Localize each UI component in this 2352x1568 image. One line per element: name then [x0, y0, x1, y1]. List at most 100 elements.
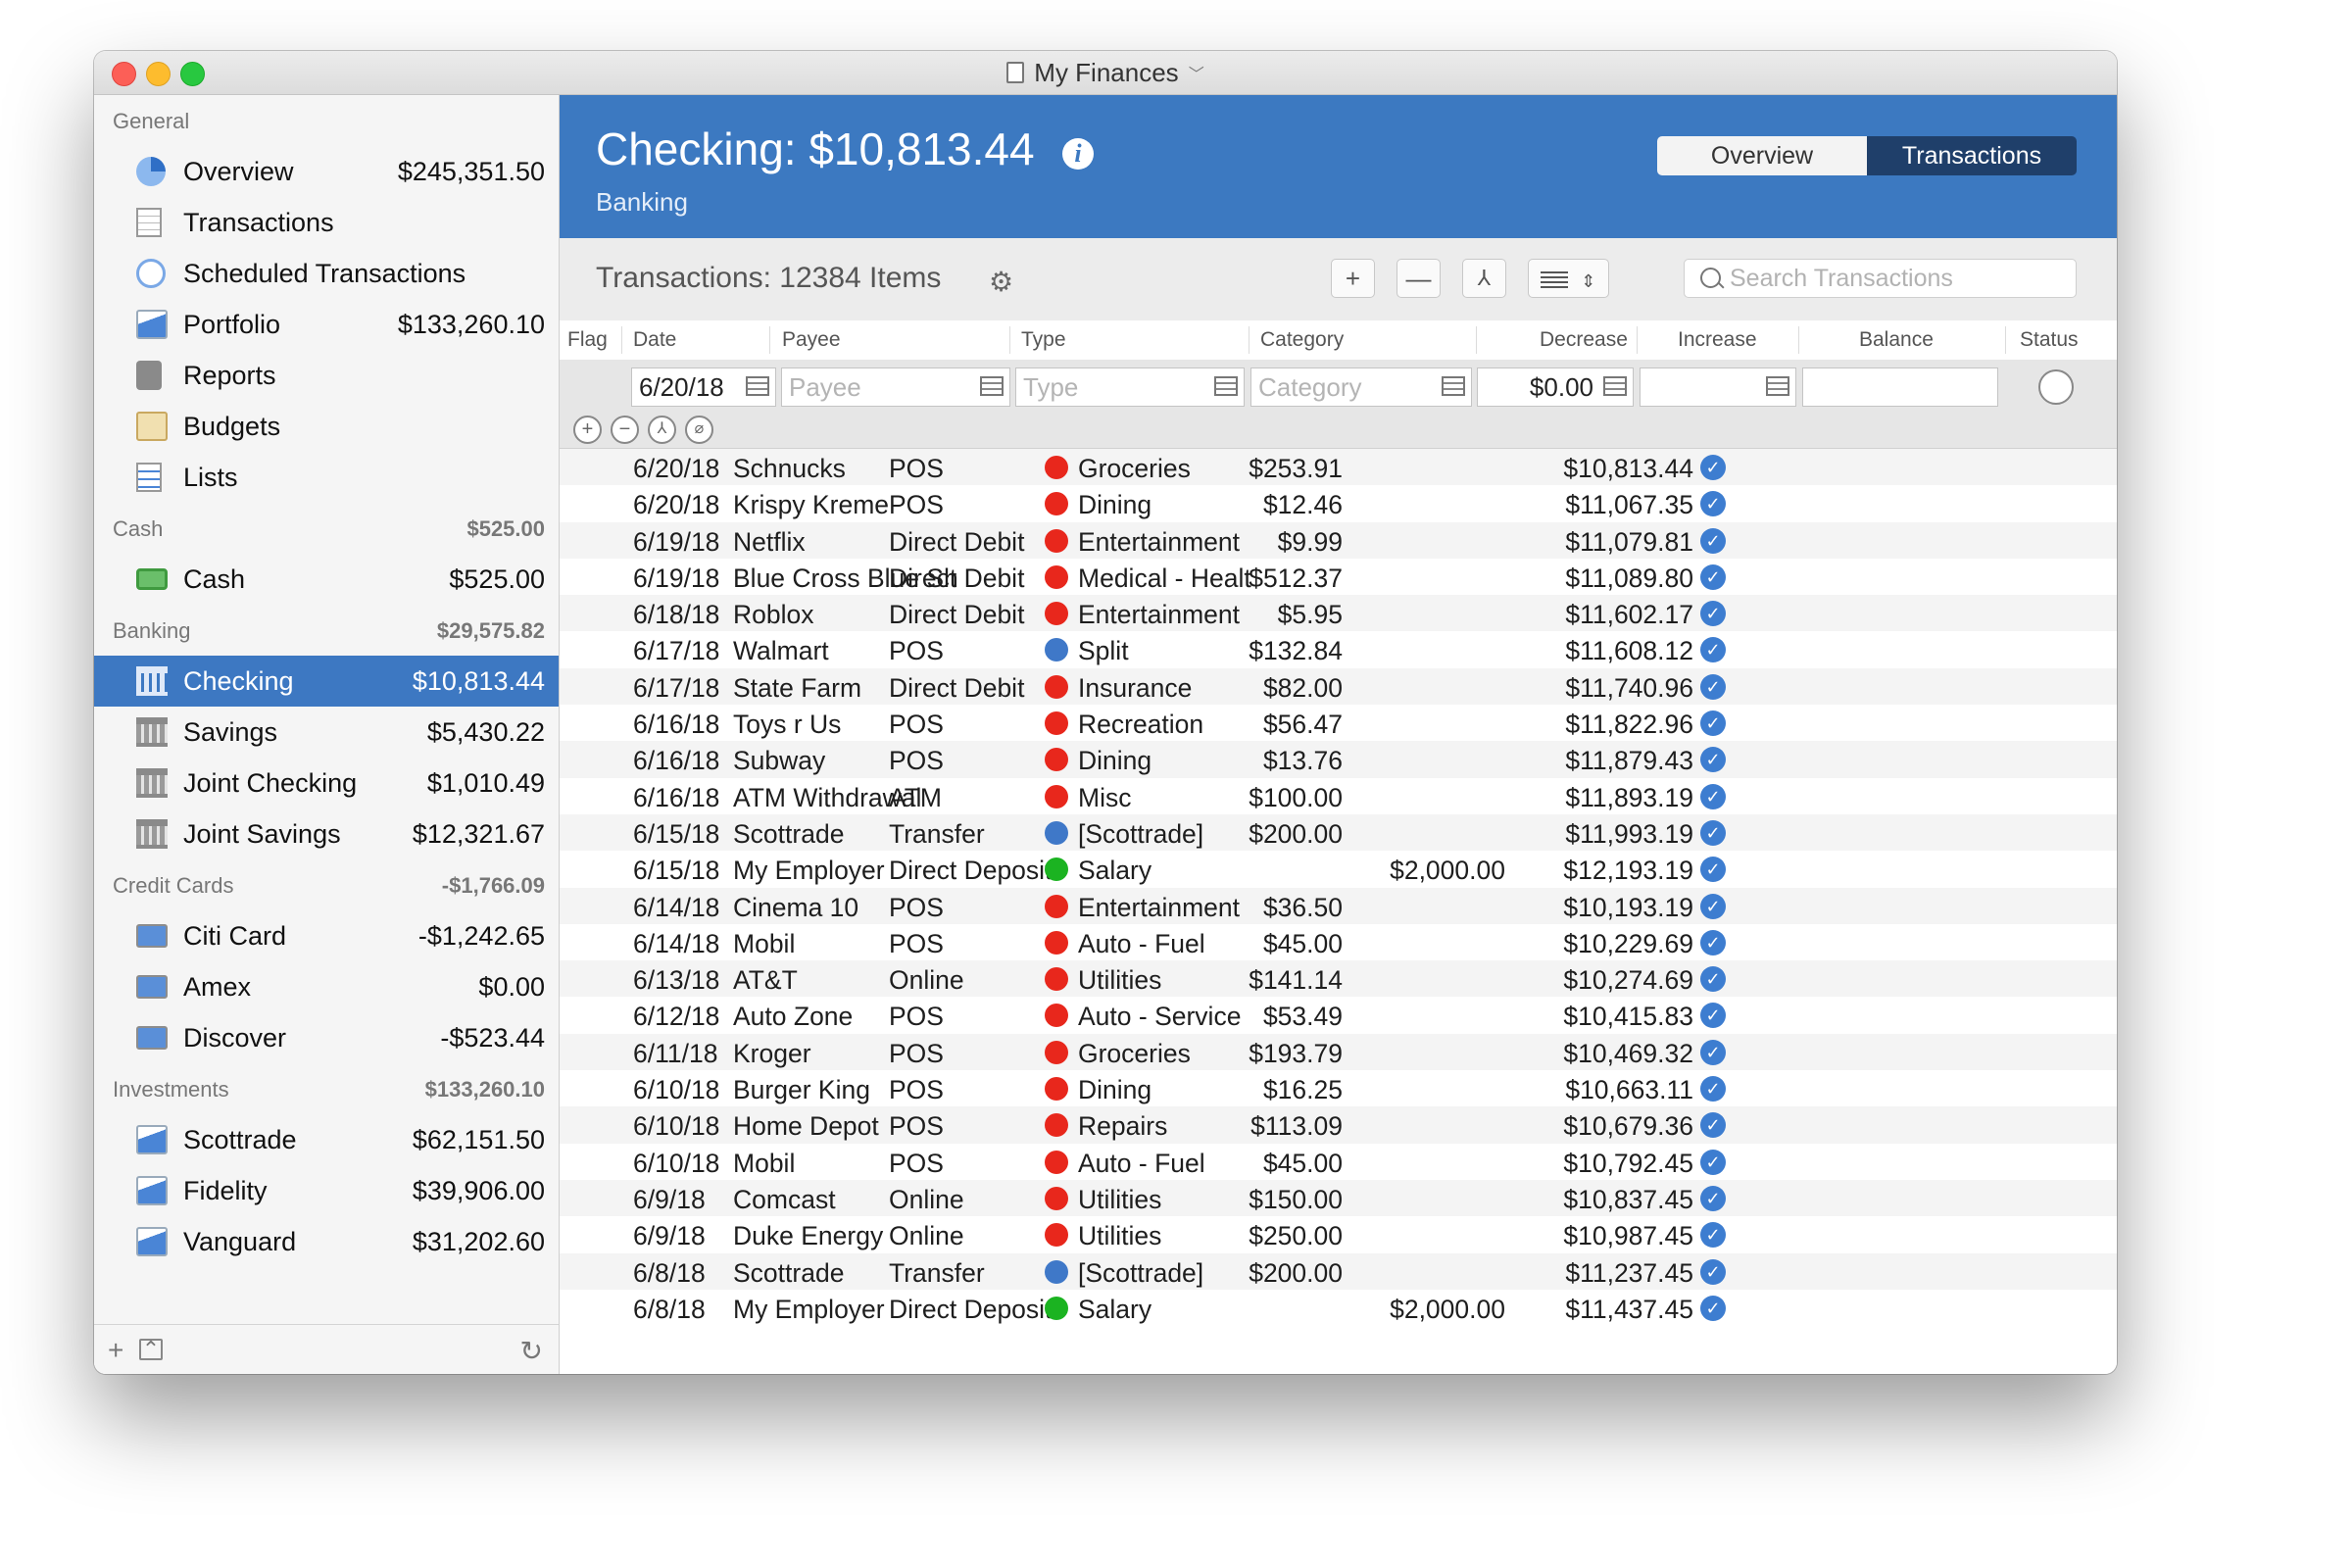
table-row[interactable]: 6/15/18 Scottrade Transfer [Scottrade] $200.…: [560, 813, 2117, 852]
sidebar-item-joint-checking[interactable]: Joint Checking $1,010.49: [94, 758, 559, 808]
sidebar-section-general[interactable]: General: [94, 95, 559, 146]
sidebar-item-amex[interactable]: Amex $0.00: [94, 961, 559, 1012]
sidebar-item-fidelity[interactable]: Fidelity $39,906.00: [94, 1165, 559, 1216]
add-account-button[interactable]: +: [108, 1335, 123, 1366]
table-row[interactable]: 6/18/18 Roblox Direct Debit Entertainment $5…: [560, 595, 2117, 632]
sidebar-item-citi-card[interactable]: Citi Card -$1,242.65: [94, 910, 559, 961]
column-decrease[interactable]: Decrease: [1540, 328, 1628, 352]
table-row[interactable]: 6/10/18 Burger King POS Dining $16.25 $10,663…: [560, 1070, 2117, 1106]
add-split-button[interactable]: +: [573, 416, 602, 444]
checkmark-icon[interactable]: ✓: [1700, 1295, 1726, 1321]
table-row[interactable]: 6/15/18 My Employer Direct Deposit Salary $2…: [560, 851, 2117, 887]
sidebar-item-scheduled-transactions[interactable]: Scheduled Transactions: [94, 248, 559, 299]
table-row[interactable]: 6/10/18 Home Depot POS Repairs $113.09 $10,67…: [560, 1106, 2117, 1144]
decrease-field[interactable]: $0.00: [1477, 368, 1634, 407]
window-title-menu[interactable]: My Finances ﹀: [94, 51, 2117, 94]
date-field[interactable]: 6/20/18: [631, 368, 776, 407]
split-transaction-button[interactable]: ⅄: [1462, 259, 1506, 298]
sidebar-item-cash[interactable]: Cash $525.00: [94, 554, 559, 605]
column-category[interactable]: Category: [1260, 328, 1344, 352]
table-row[interactable]: 6/17/18 Walmart POS Split $132.84 $11,608.12 ✓: [560, 631, 2117, 667]
delete-transaction-button[interactable]: —: [1396, 259, 1441, 298]
sidebar-section-banking[interactable]: Banking $29,575.82: [94, 605, 559, 656]
checkmark-icon[interactable]: ✓: [1700, 455, 1726, 480]
sidebar-section-cash[interactable]: Cash $525.00: [94, 503, 559, 554]
sidebar-item-lists[interactable]: Lists: [94, 452, 559, 503]
checkmark-icon[interactable]: ✓: [1700, 893, 1726, 919]
calendar-icon[interactable]: [746, 376, 769, 396]
remove-split-button[interactable]: −: [611, 416, 639, 444]
checkmark-icon[interactable]: ✓: [1700, 710, 1726, 737]
checkmark-icon[interactable]: ✓: [1700, 819, 1726, 846]
table-row[interactable]: 6/20/18 Schnucks POS Groceries $253.91 $10,81…: [560, 449, 2117, 486]
checkmark-icon[interactable]: ✓: [1700, 1076, 1726, 1102]
list-icon[interactable]: [1442, 376, 1465, 396]
sidebar-item-vanguard[interactable]: Vanguard $31,202.60: [94, 1216, 559, 1267]
table-row[interactable]: 6/11/18 Kroger POS Groceries $193.79 $10,469.…: [560, 1033, 2117, 1071]
search-transactions-field[interactable]: Search Transactions: [1684, 259, 2077, 298]
sidebar-section-credit-cards[interactable]: Credit Cards -$1,766.09: [94, 859, 559, 910]
checkmark-icon[interactable]: ✓: [1700, 564, 1726, 590]
tab-overview[interactable]: Overview: [1657, 136, 1867, 175]
column-status[interactable]: Status: [2020, 328, 2079, 352]
checkmark-icon[interactable]: ✓: [1700, 673, 1726, 700]
calculator-icon[interactable]: [1603, 376, 1627, 396]
checkmark-icon[interactable]: ✓: [1700, 491, 1726, 517]
sidebar-account-list[interactable]: General Overview $245,351.50 Transactions Sc…: [94, 95, 559, 1323]
table-row[interactable]: 6/12/18 Auto Zone POS Auto - Service $53.49 $…: [560, 997, 2117, 1033]
increase-field[interactable]: [1640, 368, 1796, 407]
checkmark-icon[interactable]: ✓: [1700, 1185, 1726, 1211]
checkmark-icon[interactable]: ✓: [1700, 1039, 1726, 1065]
tab-transactions[interactable]: Transactions: [1867, 136, 2077, 175]
attachment-icon[interactable]: ⌀: [685, 416, 713, 444]
checkmark-icon[interactable]: ✓: [1700, 601, 1726, 627]
checkmark-icon[interactable]: ✓: [1700, 527, 1726, 554]
type-field[interactable]: Type: [1015, 368, 1245, 407]
table-row[interactable]: 6/16/18 Subway POS Dining $13.76 $11,879.43 ✓: [560, 741, 2117, 778]
column-date[interactable]: Date: [633, 328, 676, 352]
checkmark-icon[interactable]: ✓: [1700, 966, 1726, 993]
checkmark-icon[interactable]: ✓: [1700, 1149, 1726, 1175]
column-payee[interactable]: Payee: [782, 328, 841, 352]
column-flag[interactable]: Flag: [567, 328, 608, 352]
calculator-icon[interactable]: [1766, 376, 1789, 396]
sidebar-item-overview[interactable]: Overview $245,351.50: [94, 146, 559, 197]
sidebar-item-budgets[interactable]: Budgets: [94, 401, 559, 452]
sidebar-item-reports[interactable]: Reports: [94, 350, 559, 401]
column-increase[interactable]: Increase: [1678, 328, 1757, 352]
table-row[interactable]: 6/13/18 AT&T Online Utilities $141.14 $10,274…: [560, 960, 2117, 998]
table-row[interactable]: 6/8/18 Scottrade Transfer [Scottrade] $200.0…: [560, 1252, 2117, 1290]
checkmark-icon[interactable]: ✓: [1700, 857, 1726, 883]
table-row[interactable]: 6/17/18 State Farm Direct Debit Insurance $8…: [560, 667, 2117, 706]
table-row[interactable]: 6/16/18 Toys r Us POS Recreation $56.47 $11,8…: [560, 705, 2117, 741]
table-row[interactable]: 6/8/18 My Employer Direct Deposit Salary $2,…: [560, 1290, 2117, 1326]
add-transaction-button[interactable]: +: [1331, 259, 1375, 298]
checkmark-icon[interactable]: ✓: [1700, 929, 1726, 956]
table-row[interactable]: 6/14/18 Mobil POS Auto - Fuel $45.00 $10,229.…: [560, 924, 2117, 960]
sidebar-item-checking[interactable]: Checking $10,813.44: [94, 656, 559, 707]
gear-icon[interactable]: ⚙: [989, 266, 1013, 298]
sidebar-item-scottrade[interactable]: Scottrade $62,151.50: [94, 1114, 559, 1165]
sidebar-section-investments[interactable]: Investments $133,260.10: [94, 1063, 559, 1114]
sidebar-item-discover[interactable]: Discover -$523.44: [94, 1012, 559, 1063]
info-icon[interactable]: i: [1062, 138, 1094, 170]
payee-field[interactable]: Payee: [781, 368, 1010, 407]
list-icon[interactable]: [1214, 376, 1238, 396]
checkmark-icon[interactable]: ✓: [1700, 1112, 1726, 1139]
checkmark-icon[interactable]: ✓: [1700, 747, 1726, 773]
sidebar-item-joint-savings[interactable]: Joint Savings $12,321.67: [94, 808, 559, 859]
table-row[interactable]: 6/10/18 Mobil POS Auto - Fuel $45.00 $10,792.…: [560, 1144, 2117, 1180]
checkmark-icon[interactable]: ✓: [1700, 637, 1726, 663]
checkmark-icon[interactable]: ✓: [1700, 1003, 1726, 1029]
checkmark-icon[interactable]: ✓: [1700, 783, 1726, 809]
sidebar-item-savings[interactable]: Savings $5,430.22: [94, 707, 559, 758]
table-row[interactable]: 6/9/18 Comcast Online Utilities $150.00 $10,8…: [560, 1179, 2117, 1217]
split-icon[interactable]: ⅄: [648, 416, 676, 444]
checkmark-icon[interactable]: ✓: [1700, 1222, 1726, 1249]
view-options-button[interactable]: ⇕: [1528, 259, 1609, 298]
sidebar-item-portfolio[interactable]: Portfolio $133,260.10: [94, 299, 559, 350]
list-icon[interactable]: [980, 376, 1004, 396]
collapse-button[interactable]: ⌃: [139, 1339, 163, 1360]
table-row[interactable]: 6/14/18 Cinema 10 POS Entertainment $36.50 $1…: [560, 887, 2117, 924]
table-row[interactable]: 6/16/18 ATM Withdrawal ATM Misc $100.00 $11,8…: [560, 778, 2117, 814]
